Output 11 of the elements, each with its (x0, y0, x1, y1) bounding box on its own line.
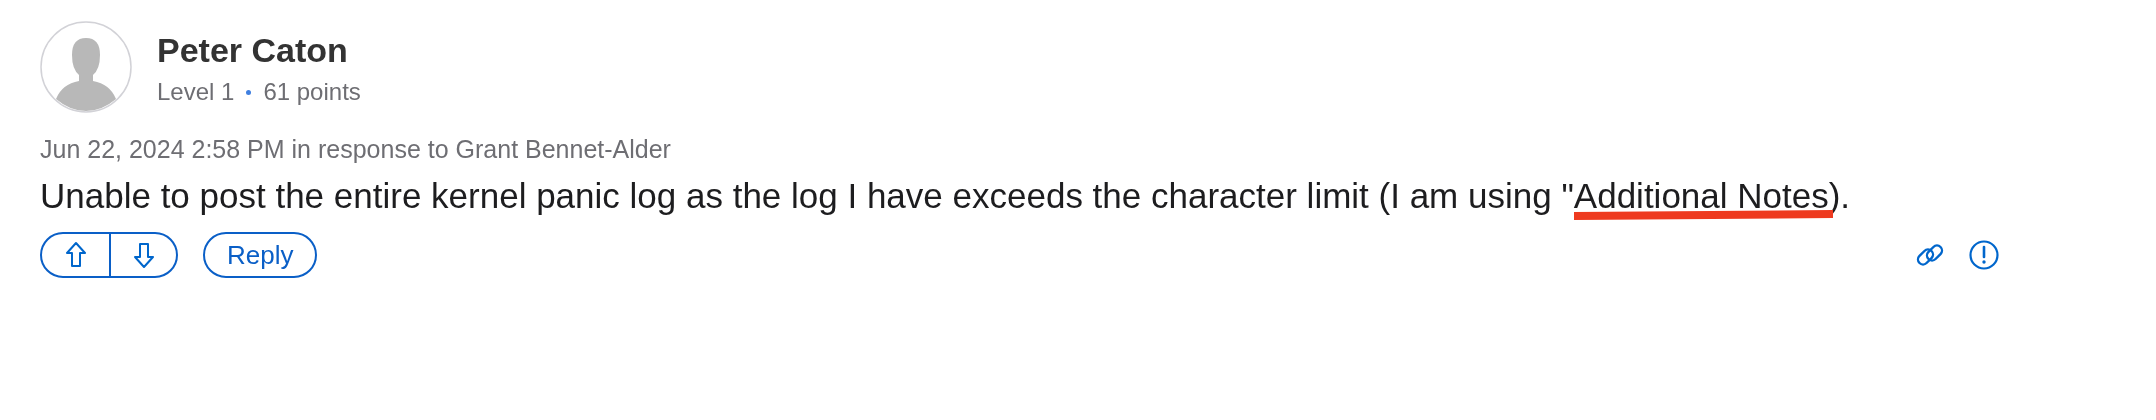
post-meta: Jun 22, 2024 2:58 PM in response to Grant Bennet-Alder (40, 135, 672, 164)
alert-icon (1968, 239, 2000, 271)
author-level: Level 1 (157, 78, 235, 106)
author-name[interactable]: Peter Caton (157, 30, 361, 70)
report-button[interactable] (1968, 239, 2000, 271)
separator-dot (246, 89, 252, 95)
reply-button[interactable]: Reply (203, 232, 318, 278)
up-arrow-icon (64, 241, 87, 269)
author-points: 61 points (263, 78, 361, 106)
down-arrow-icon (132, 241, 155, 269)
avatar-icon (40, 21, 132, 113)
